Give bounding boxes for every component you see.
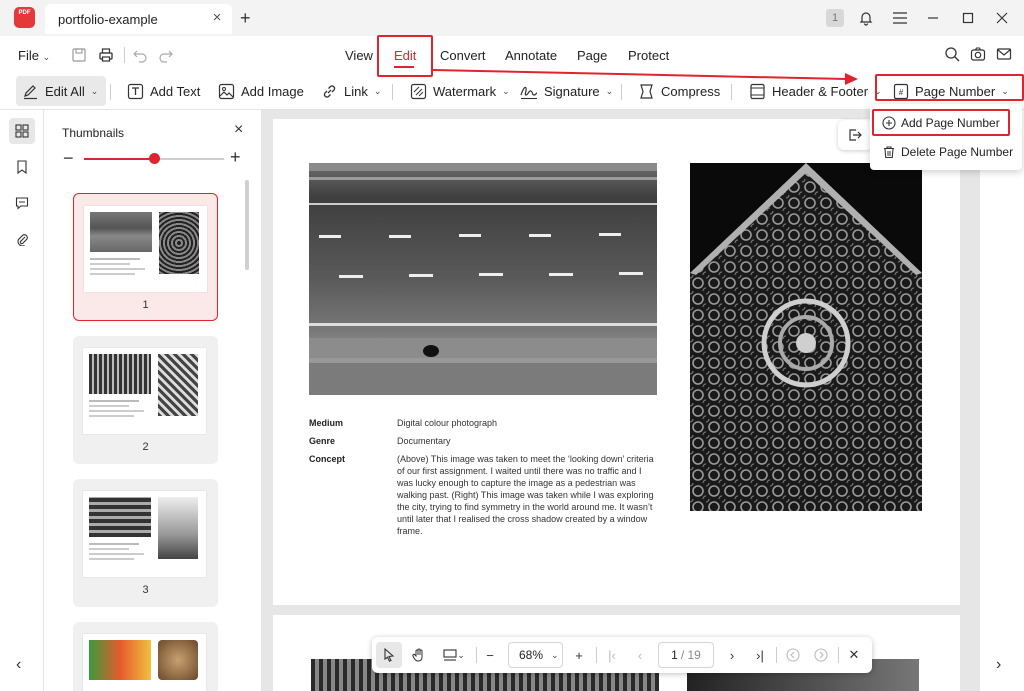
total-pages: / 19 bbox=[680, 648, 701, 662]
zoom-level-select[interactable]: 68% ⌄ bbox=[508, 642, 563, 668]
first-page-icon[interactable]: |‹ bbox=[604, 647, 620, 663]
divider bbox=[476, 647, 477, 663]
previous-page-icon[interactable]: ‹ bbox=[632, 647, 648, 663]
forward-view-icon[interactable] bbox=[812, 647, 830, 663]
zoom-level-value: 68% bbox=[519, 648, 544, 662]
page-input[interactable]: 1/ 19 bbox=[658, 642, 714, 668]
divider bbox=[596, 647, 597, 663]
divider bbox=[838, 647, 839, 663]
zoom-in-icon[interactable]: + bbox=[571, 647, 587, 663]
view-mode-icon[interactable]: ⌄ bbox=[440, 647, 468, 663]
hand-tool-icon[interactable] bbox=[408, 647, 430, 663]
next-page-icon[interactable]: › bbox=[724, 647, 740, 663]
divider bbox=[776, 647, 777, 663]
close-toolbar-icon[interactable]: ✕ bbox=[846, 647, 862, 663]
last-page-icon[interactable]: ›| bbox=[752, 647, 768, 663]
zoom-out-icon[interactable]: − bbox=[482, 647, 498, 663]
back-view-icon[interactable] bbox=[784, 647, 802, 663]
select-tool-icon[interactable] bbox=[376, 642, 402, 668]
bottom-toolbar: ⌄ − 68% ⌄ + |‹ ‹ 1/ 19 › ›| ✕ bbox=[372, 637, 872, 673]
annotation-arrow bbox=[432, 69, 858, 85]
current-page: 1 bbox=[671, 648, 678, 662]
